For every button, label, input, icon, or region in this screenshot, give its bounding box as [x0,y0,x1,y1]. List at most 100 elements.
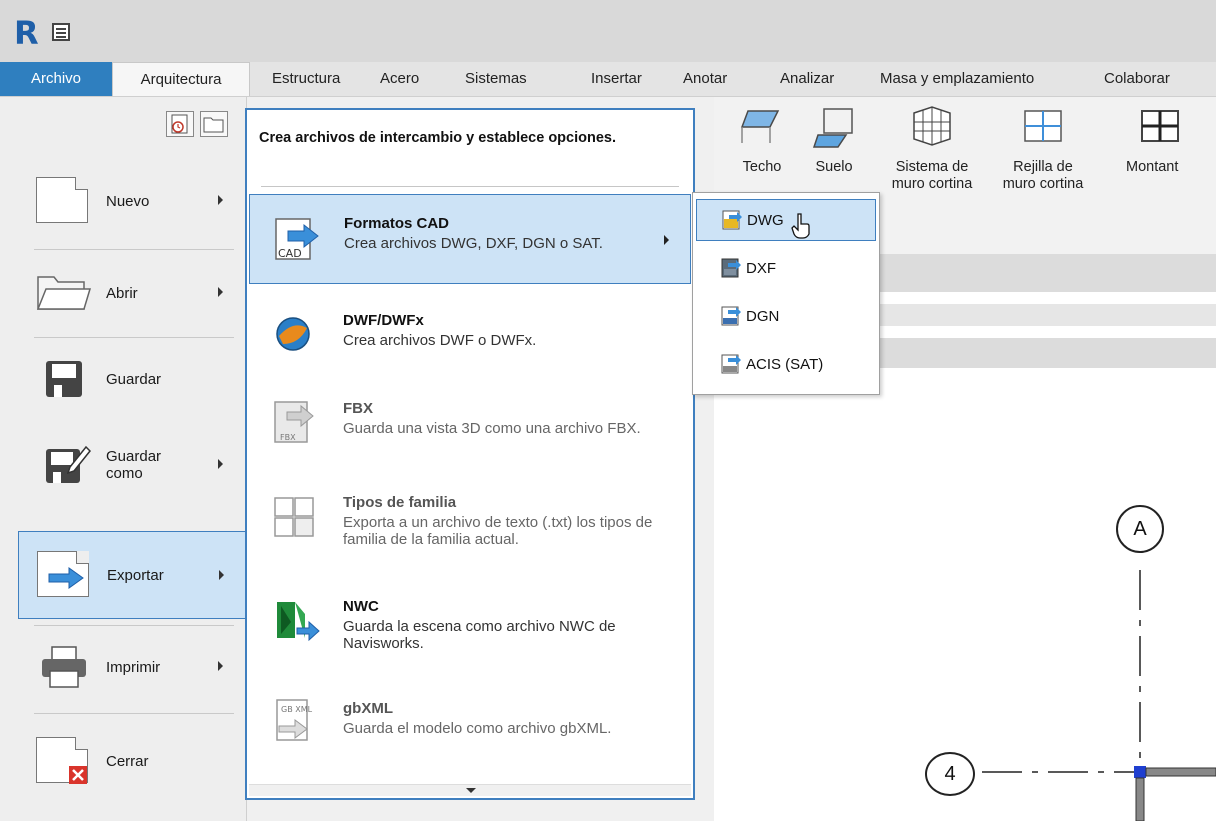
cad-icon: CAD [274,215,322,263]
export-panel: Crea archivos de intercambio y establece… [245,108,695,800]
menu-item-guardar-label: Guardar [106,370,162,388]
recent-documents-buttons [166,111,242,139]
export-item-description: Exporta a un archivo de texto (.txt) los… [343,514,653,548]
export-item-description: Guarda una vista 3D como una archivo FBX… [343,420,641,437]
submenu-item-label: DGN [746,307,780,325]
export-item-title: DWF/DWFx [343,312,424,329]
menu-item-guardar-como-label: Guardar como [106,448,196,482]
submenu-arrow-icon [218,459,223,469]
submenu-item-acis-sat[interactable]: ACIS (SAT) [696,343,876,385]
gbxml-icon: GB XML [273,698,317,746]
menu-item-imprimir[interactable]: Imprimir [18,623,246,711]
title-bar: R [0,0,1216,62]
tab-acero[interactable]: Acero [380,62,419,96]
divider [34,713,234,714]
tab-masa-y-emplazamiento[interactable]: Masa y emplazamiento [880,62,1034,96]
export-item-title: Formatos CAD [344,215,450,232]
submenu-item-dwg[interactable]: DWG [696,199,876,241]
save-icon [36,355,92,403]
cad-formats-submenu: DWG DXF DGN ACIS (SAT) [692,192,880,395]
floor-icon [812,108,853,148]
tab-archivo[interactable]: Archivo [0,62,112,96]
submenu-arrow-icon [218,287,223,297]
curtain-system-label-1: Sistema de [895,159,969,175]
submenu-item-dxf[interactable]: DXF [696,247,876,289]
tab-analizar[interactable]: Analizar [780,62,834,96]
export-item-title: NWC [343,598,379,615]
tab-colaborar[interactable]: Colaborar [1104,62,1170,96]
print-icon [36,643,92,691]
menu-item-cerrar[interactable]: Cerrar [18,717,246,805]
menu-item-exportar[interactable]: Exportar [18,531,246,619]
tab-estructura[interactable]: Estructura [272,62,340,96]
tab-insertar[interactable]: Insertar [591,62,642,96]
export-item-nwc[interactable]: NWC Guarda la escena como archivo NWC de… [249,578,691,668]
submenu-item-label: ACIS (SAT) [746,355,824,373]
new-document-icon [36,177,92,225]
ribbon-tab-strip: Archivo Arquitectura Estructura Acero Si… [0,62,1216,96]
menu-item-abrir[interactable]: Abrir [18,249,246,337]
export-item-description: Crea archivos DWG, DXF, DGN o SAT. [344,235,603,252]
ceiling-label: Techo [742,159,782,175]
menu-item-imprimir-label: Imprimir [106,658,161,676]
curtain-grid-button[interactable]: Rejilla de muro cortina [994,105,1092,193]
export-item-description: Crea archivos DWF o DWFx. [343,332,537,349]
export-icon [37,551,93,599]
family-types-icon [273,496,317,540]
menu-item-guardar-como[interactable]: Guardar como [18,421,246,509]
scroll-down-button[interactable] [249,784,691,796]
menu-item-guardar[interactable]: Guardar [18,335,246,423]
menu-item-abrir-label: Abrir [106,284,138,302]
curtain-grid-icon [1024,110,1062,142]
submenu-item-label: DXF [746,259,776,277]
guardar-como-line-1: Guardar [106,448,162,465]
dgn-icon [720,305,742,327]
mullion-icon [1141,110,1179,142]
dwg-icon [721,209,743,231]
open-documents-icon[interactable] [200,111,228,137]
export-panel-header: Crea archivos de intercambio y establece… [259,130,617,146]
grid-bubble-4[interactable]: 4 [925,752,975,796]
floor-label: Suelo [815,159,853,175]
submenu-arrow-icon [218,661,223,671]
revit-logo[interactable]: R [14,16,42,50]
export-item-title: FBX [343,400,373,417]
export-item-fbx[interactable]: FBX FBX Guarda una vista 3D como una arc… [249,380,691,470]
recent-documents-icon[interactable] [166,111,194,137]
submenu-arrow-icon [664,235,669,245]
ceiling-button[interactable]: Techo [734,105,790,176]
dwf-globe-icon [273,314,313,354]
grid-bubble-a[interactable]: A [1116,505,1164,553]
submenu-item-dgn[interactable]: DGN [696,295,876,337]
sat-icon [720,353,742,375]
floor-button[interactable]: Suelo [806,105,862,176]
close-document-icon [36,737,92,785]
export-item-title: Tipos de familia [343,494,457,511]
menu-item-nuevo-label: Nuevo [106,192,150,210]
curtain-system-label-2: muro cortina [891,176,973,192]
curtain-grid-label-1: Rejilla de [1013,159,1073,175]
export-item-gbxml[interactable]: GB XML gbXML Guarda el modelo como archi… [249,680,691,770]
curtain-system-button[interactable]: Sistema de muro cortina [886,105,978,193]
submenu-arrow-icon [218,195,223,205]
export-item-cad-formats[interactable]: CAD Formatos CAD Crea archivos DWG, DXF,… [249,194,691,284]
tab-arquitectura[interactable]: Arquitectura [112,62,250,96]
tab-sistemas[interactable]: Sistemas [465,62,527,96]
mouse-cursor-icon [791,213,810,239]
properties-icon[interactable] [52,23,70,41]
cad-icon-text: CAD [278,247,302,260]
curtain-grid-label-2: muro cortina [1002,176,1084,192]
application-menu-commands: Nuevo Abrir Guardar Guardar como Exporta… [0,97,247,821]
export-item-description: Guarda el modelo como archivo gbXML. [343,720,612,737]
export-item-dwf[interactable]: DWF/DWFx Crea archivos DWF o DWFx. [249,292,691,382]
mullion-button[interactable]: Montant [1126,105,1214,176]
menu-item-nuevo[interactable]: Nuevo [18,157,246,245]
export-item-family-types[interactable]: Tipos de familia Exporta a un archivo de… [249,474,691,564]
tab-anotar[interactable]: Anotar [683,62,727,96]
export-item-title: gbXML [343,700,393,717]
submenu-item-label: DWG [747,211,784,229]
export-item-description: Guarda la escena como archivo NWC de Nav… [343,618,616,652]
divider [261,186,679,187]
fbx-icon: FBX [273,398,317,446]
submenu-arrow-icon [219,570,224,580]
